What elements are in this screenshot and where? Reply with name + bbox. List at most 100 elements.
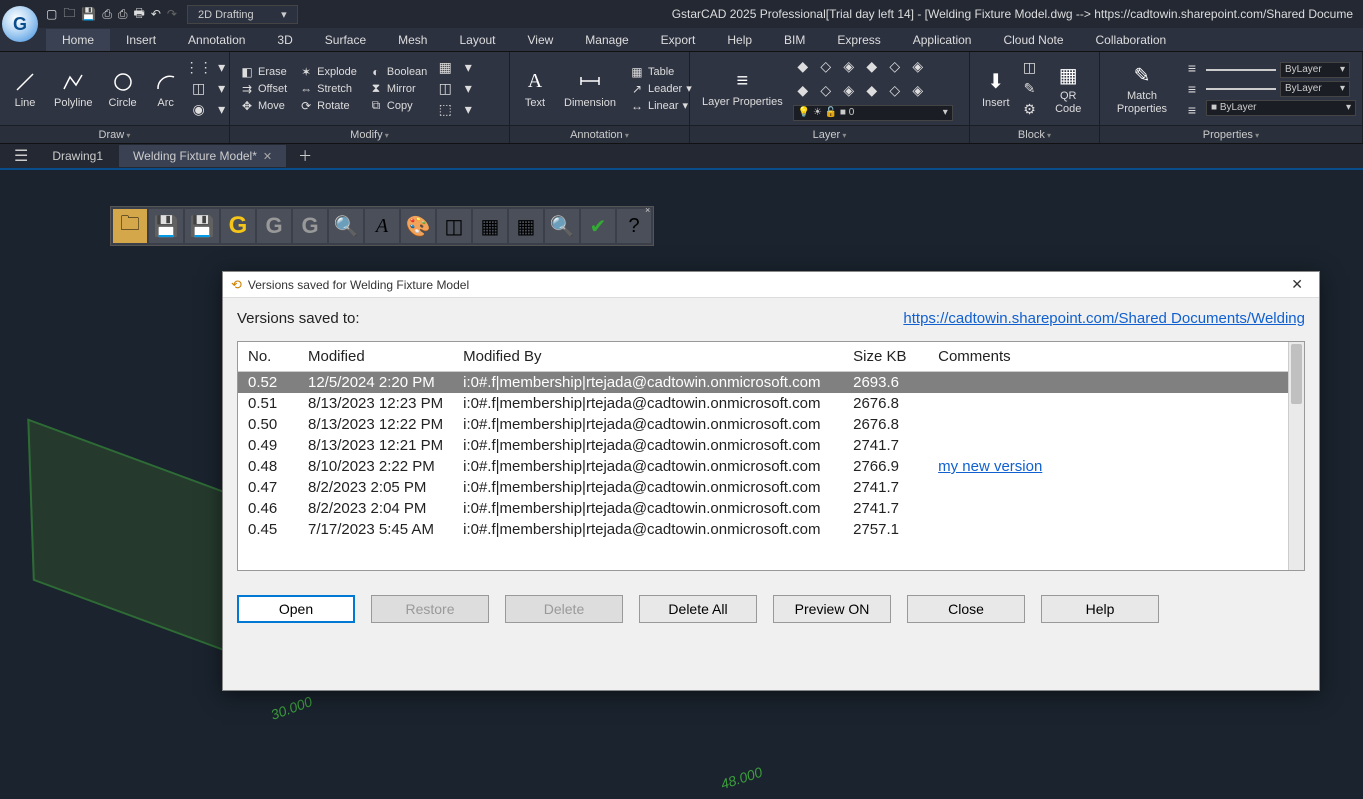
tab-welding-fixture[interactable]: Welding Fixture Model*✕ <box>119 145 286 167</box>
draw-icon-3[interactable]: ◫ <box>189 79 209 99</box>
menu-express[interactable]: Express <box>821 29 896 51</box>
mod-ic-5[interactable]: ⬚ <box>435 100 455 120</box>
copy-button[interactable]: ⧉Copy <box>365 98 431 114</box>
layer-ic-1[interactable]: ◆ <box>793 57 813 77</box>
menu-application[interactable]: Application <box>897 29 988 51</box>
menu-export[interactable]: Export <box>645 29 712 51</box>
explode-button[interactable]: ✶Explode <box>295 64 361 80</box>
draw-icon-5[interactable]: ◉ <box>189 100 209 120</box>
ft-g2-icon[interactable]: G <box>293 209 327 243</box>
menu-view[interactable]: View <box>512 29 570 51</box>
scrollbar-thumb[interactable] <box>1291 344 1302 404</box>
layerprops-button[interactable]: ≡Layer Properties <box>696 66 789 110</box>
workspace-selector[interactable]: 2D Drafting ▾ <box>187 5 298 24</box>
circle-button[interactable]: Circle <box>103 67 143 111</box>
prop-ic-2[interactable]: ≡ <box>1182 79 1202 99</box>
qat-save-icon[interactable]: 💾 <box>81 7 96 21</box>
text-button[interactable]: AText <box>516 67 554 111</box>
version-row[interactable]: 0.498/13/2023 12:21 PMi:0#.f|membership|… <box>238 435 1304 456</box>
mod-ic-4[interactable]: ▾ <box>458 79 478 99</box>
mirror-button[interactable]: ⧗Mirror <box>365 81 431 97</box>
ft-palette-icon[interactable]: 🎨 <box>401 209 435 243</box>
ft-g1-icon[interactable]: G <box>257 209 291 243</box>
table-button[interactable]: ▦Table <box>626 64 696 80</box>
draw-icon-4[interactable]: ▾ <box>212 79 232 99</box>
menu-manage[interactable]: Manage <box>569 29 644 51</box>
floating-toolbar[interactable]: 🗀 💾 💾 G G G 🔍 A 🎨 ◫ ▦ ▦ 🔍 ✔ ? × <box>110 206 654 246</box>
layer-ic-8[interactable]: ◇ <box>816 81 836 101</box>
layer-ic-6[interactable]: ◈ <box>908 57 928 77</box>
move-button[interactable]: ✥Move <box>236 98 291 114</box>
menu-home[interactable]: Home <box>46 29 110 51</box>
tab-drawing1[interactable]: Drawing1 <box>38 145 117 167</box>
draw-icon-1[interactable]: ⋮⋮ <box>189 58 209 78</box>
layer-ic-3[interactable]: ◈ <box>839 57 859 77</box>
panel-layer-title[interactable]: Layer <box>690 125 969 143</box>
ft-g-yellow-icon[interactable]: G <box>221 209 255 243</box>
ft-check-icon[interactable]: ✔ <box>581 209 615 243</box>
ft-text-icon[interactable]: A <box>365 209 399 243</box>
ft-grid-icon[interactable]: ▦ <box>473 209 507 243</box>
layer-ic-5[interactable]: ◇ <box>885 57 905 77</box>
panel-modify-title[interactable]: Modify <box>230 125 509 143</box>
menu-mesh[interactable]: Mesh <box>382 29 443 51</box>
version-row[interactable]: 0.468/2/2023 2:04 PMi:0#.f|membership|rt… <box>238 498 1304 519</box>
panel-block-title[interactable]: Block <box>970 125 1099 143</box>
tablist-menu-icon[interactable]: ☰ <box>6 142 36 170</box>
polyline-button[interactable]: Polyline <box>48 67 99 111</box>
col-comments[interactable]: Comments <box>928 342 1304 372</box>
deleteall-button[interactable]: Delete All <box>639 595 757 623</box>
layer-ic-12[interactable]: ◈ <box>908 81 928 101</box>
ft-zoom-icon[interactable]: 🔍 <box>329 209 363 243</box>
help-button[interactable]: Help <box>1041 595 1159 623</box>
version-row[interactable]: 0.457/17/2023 5:45 AMi:0#.f|membership|r… <box>238 519 1304 540</box>
arc-button[interactable]: Arc <box>147 67 185 111</box>
mod-ic-6[interactable]: ▾ <box>458 100 478 120</box>
version-row[interactable]: 0.508/13/2023 12:22 PMi:0#.f|membership|… <box>238 414 1304 435</box>
add-tab-button[interactable]: ＋ <box>288 142 322 170</box>
menu-annotation[interactable]: Annotation <box>172 29 261 51</box>
col-by[interactable]: Modified By <box>453 342 843 372</box>
table-scrollbar[interactable] <box>1288 342 1304 570</box>
prop-ic-3[interactable]: ≡ <box>1182 100 1202 120</box>
qat-new-icon[interactable]: ▢ <box>46 7 57 21</box>
layer-ic-10[interactable]: ◆ <box>862 81 882 101</box>
preview-button[interactable]: Preview ON <box>773 595 891 623</box>
layer-ic-7[interactable]: ◆ <box>793 81 813 101</box>
col-no[interactable]: No. <box>238 342 298 372</box>
ft-save-icon[interactable]: 💾 <box>149 209 183 243</box>
close-button[interactable]: Close <box>907 595 1025 623</box>
menu-bim[interactable]: BIM <box>768 29 821 51</box>
panel-draw-title[interactable]: Draw <box>0 125 229 143</box>
linear-button[interactable]: ↔Linear▾ <box>626 98 696 114</box>
menu-layout[interactable]: Layout <box>443 29 511 51</box>
panel-properties-title[interactable]: Properties <box>1100 125 1362 143</box>
ft-find-icon[interactable]: 🔍 <box>545 209 579 243</box>
col-modified[interactable]: Modified <box>298 342 453 372</box>
draw-icon-6[interactable]: ▾ <box>212 100 232 120</box>
app-logo[interactable]: G <box>2 6 38 42</box>
mod-ic-3[interactable]: ◫ <box>435 79 455 99</box>
block-ic-1[interactable]: ◫ <box>1020 58 1040 78</box>
menu-collaboration[interactable]: Collaboration <box>1080 29 1183 51</box>
qat-plot-icon[interactable]: ⎙ <box>118 7 128 22</box>
open-button[interactable]: Open <box>237 595 355 623</box>
version-row[interactable]: 0.488/10/2023 2:22 PMi:0#.f|membership|r… <box>238 456 1304 477</box>
ft-folder-icon[interactable]: 🗀 <box>113 209 147 243</box>
linetype-selector[interactable]: ByLayer▾ <box>1280 81 1350 97</box>
menu-cloudnote[interactable]: Cloud Note <box>987 29 1079 51</box>
dialog-close-button[interactable]: ✕ <box>1283 274 1311 295</box>
layer-ic-11[interactable]: ◇ <box>885 81 905 101</box>
version-row[interactable]: 0.5212/5/2024 2:20 PMi:0#.f|membership|r… <box>238 372 1304 394</box>
version-row[interactable]: 0.518/13/2023 12:23 PMi:0#.f|membership|… <box>238 393 1304 414</box>
layer-ic-9[interactable]: ◈ <box>839 81 859 101</box>
qr-button[interactable]: ▦QR Code <box>1044 60 1093 116</box>
layer-ic-2[interactable]: ◇ <box>816 57 836 77</box>
layer-ic-4[interactable]: ◆ <box>862 57 882 77</box>
version-row[interactable]: 0.478/2/2023 2:05 PMi:0#.f|membership|rt… <box>238 477 1304 498</box>
lineweight-selector[interactable]: ■ ByLayer▾ <box>1206 100 1356 116</box>
block-ic-3[interactable]: ⚙ <box>1020 100 1040 120</box>
leader-button[interactable]: ↗Leader▾ <box>626 81 696 97</box>
stretch-button[interactable]: ⇔Stretch <box>295 81 361 97</box>
ft-close-icon[interactable]: × <box>645 205 655 215</box>
